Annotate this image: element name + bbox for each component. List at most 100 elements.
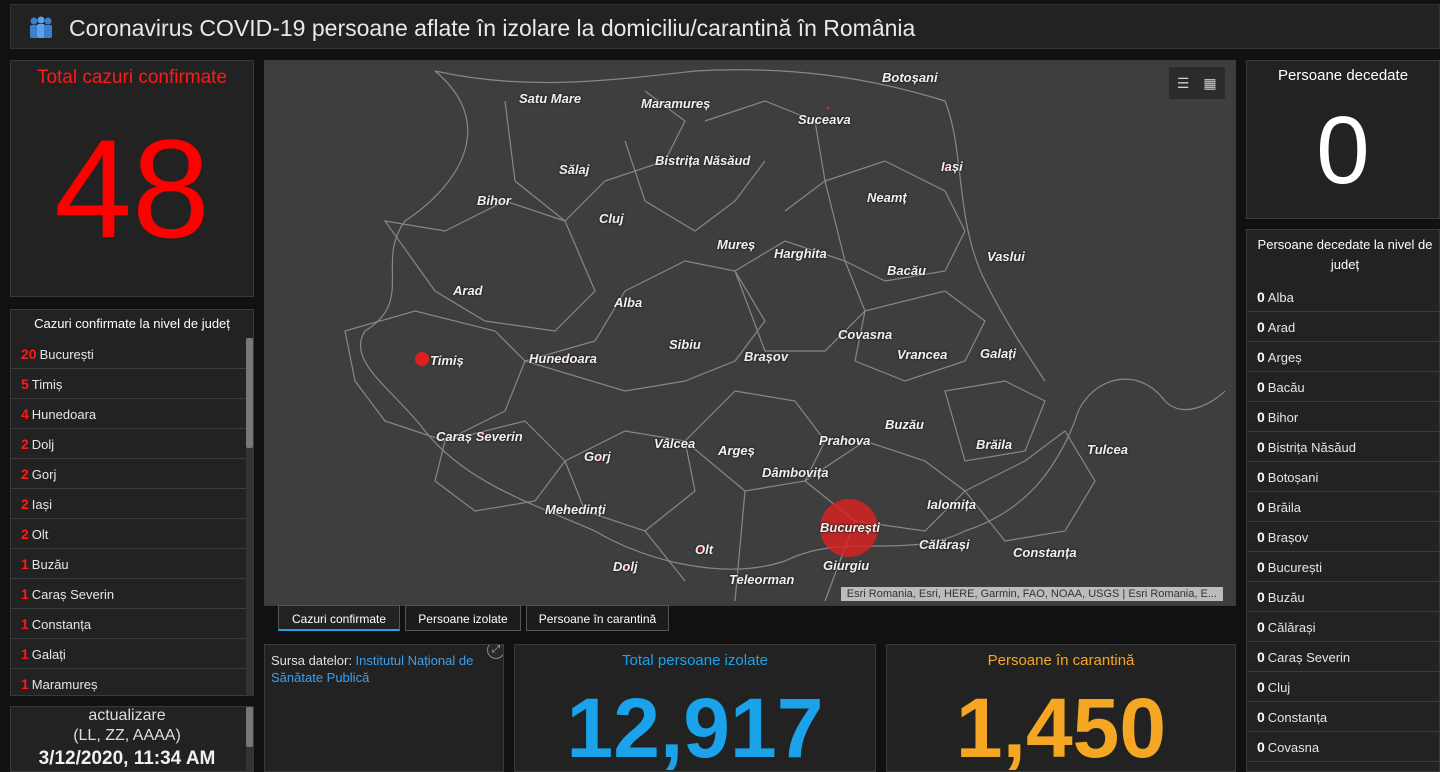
list-item[interactable]: 0 Bacău	[1247, 373, 1439, 402]
deceased-count: 0	[1257, 469, 1265, 485]
case-count: 2	[21, 496, 29, 512]
deceased-county-panel[interactable]: Persoane decedate la nivel de județ 0 Alb…	[1246, 229, 1440, 772]
list-item[interactable]: 1 Galați	[11, 640, 247, 669]
county-name: Maramureș	[31, 677, 98, 692]
county-name: Alba	[1267, 290, 1294, 305]
case-count: 4	[21, 406, 29, 422]
dashboard-header: Coronavirus COVID-19 persoane aflate în …	[10, 4, 1440, 49]
map-label-county: Bihor	[477, 193, 511, 208]
county-name: Constanța	[31, 617, 92, 632]
tab-cazuri-confirmate[interactable]: Cazuri confirmate	[278, 605, 400, 631]
list-item[interactable]: 0 Brașov	[1247, 523, 1439, 552]
county-name: Bacău	[1267, 380, 1305, 395]
update-scroll-thumb[interactable]	[246, 707, 253, 747]
quarantine-label: Persoane în carantină	[987, 652, 1135, 669]
map-label-county: Vrancea	[897, 347, 948, 362]
deceased-count: 0	[1257, 439, 1265, 455]
deceased-count: 0	[1257, 619, 1265, 635]
basemap-gallery-icon[interactable]: ▦	[1202, 75, 1218, 91]
list-item[interactable]: 1 Constanța	[11, 610, 247, 639]
county-name: Timiș	[31, 377, 63, 392]
tab-persoane-carantina[interactable]: Persoane în carantină	[526, 605, 669, 631]
list-item[interactable]: 0 Bihor	[1247, 403, 1439, 432]
case-count: 2	[21, 436, 29, 452]
list-item[interactable]: 4 Hunedoara	[11, 400, 247, 429]
romania-map[interactable]: Botoșani Satu Mare Maramureș Suceava Sălaj Bi…	[264, 60, 1236, 606]
list-item[interactable]: 0 Bistrița Năsăud	[1247, 433, 1439, 462]
case-count: 1	[21, 616, 29, 632]
deceased-count: 0	[1257, 709, 1265, 725]
deceased-count: 0	[1257, 529, 1265, 545]
deceased-count: 0	[1257, 289, 1265, 305]
map-label-county: Bistrița Năsăud	[655, 153, 751, 168]
list-item[interactable]: 0 Constanța	[1247, 703, 1439, 732]
county-name: Gorj	[31, 467, 57, 482]
map-label-county: Brașov	[744, 349, 789, 364]
case-count: 1	[21, 676, 29, 692]
map-label-county: Arad	[453, 283, 483, 298]
county-cases-scroll-thumb[interactable]	[246, 338, 253, 448]
map-marker-timis	[415, 352, 429, 366]
county-boundaries	[344, 69, 1226, 602]
case-count: 5	[21, 376, 29, 392]
map-label-county: Dâmbovița	[762, 465, 829, 480]
list-item[interactable]: 0 Botoșani	[1247, 463, 1439, 492]
deceased-panel: Persoane decedate 0	[1246, 60, 1440, 219]
map-label-county: Prahova	[819, 433, 871, 448]
list-item[interactable]: 2 Gorj	[11, 460, 247, 489]
county-cases-panel[interactable]: Cazuri confirmate la nivel de județ 20 Bu…	[10, 309, 254, 696]
update-label: actualizare	[88, 707, 166, 724]
list-item[interactable]: 20 București	[11, 340, 247, 369]
map-attribution[interactable]: Esri Romania, Esri, HERE, Garmin, FAO, N…	[840, 587, 1223, 601]
case-count: 20	[21, 346, 37, 362]
list-item[interactable]: 0 Alba	[1247, 283, 1439, 312]
map-label-county: Suceava	[798, 112, 851, 127]
list-item[interactable]: 0 Argeș	[1247, 343, 1439, 372]
case-count: 2	[21, 526, 29, 542]
list-item[interactable]: 0 Cluj	[1247, 673, 1439, 702]
isolated-panel: Total persoane izolate 12,917	[514, 644, 876, 772]
list-item[interactable]: 0 Brăila	[1247, 493, 1439, 522]
list-item[interactable]: 5 Timiș	[11, 370, 247, 399]
list-item[interactable]: 0 Călărași	[1247, 613, 1439, 642]
list-item[interactable]: 1 Maramureș	[11, 670, 247, 695]
map-label-county: Vaslui	[987, 249, 1025, 264]
expand-icon[interactable]: ⤢	[487, 645, 503, 659]
source-text: Sursa datelor: Institutul Național de Să…	[271, 652, 501, 686]
list-item[interactable]: 0 București	[1247, 553, 1439, 582]
tab-persoane-izolate[interactable]: Persoane izolate	[405, 605, 521, 631]
list-item[interactable]: 2 Iași	[11, 490, 247, 519]
list-item[interactable]: 1 Buzău	[11, 550, 247, 579]
county-name: Bistrița Năsăud	[1267, 440, 1356, 455]
list-item[interactable]: 0 Covasna	[1247, 733, 1439, 762]
map-label-county: Gorj	[584, 449, 611, 464]
legend-list-icon[interactable]: ☰	[1175, 75, 1191, 91]
map-label-county: Covasna	[838, 327, 893, 342]
page-title: Coronavirus COVID-19 persoane aflate în …	[69, 15, 916, 41]
map-label-county: Giurgiu	[823, 558, 870, 573]
county-name: Dolj	[31, 437, 55, 452]
deceased-count: 0	[1257, 319, 1265, 335]
source-prefix: Sursa datelor:	[271, 653, 356, 668]
deceased-count: 0	[1257, 679, 1265, 695]
map-label-county: Mureș	[717, 237, 756, 252]
county-name: Argeș	[1267, 350, 1302, 365]
quarantine-value: 1,450	[955, 681, 1167, 772]
list-item[interactable]: 1 Caraș Severin	[11, 580, 247, 609]
list-item[interactable]: 2 Olt	[11, 520, 247, 549]
deceased-count: 0	[1257, 409, 1265, 425]
list-item[interactable]: 2 Dolj	[11, 430, 247, 459]
map-label-county: Ialomița	[927, 497, 977, 512]
list-item[interactable]: 0 Arad	[1247, 313, 1439, 342]
map-label-county: Harghita	[774, 246, 827, 261]
list-item[interactable]: 0 Buzău	[1247, 583, 1439, 612]
total-cases-value: 48	[54, 110, 210, 267]
list-item[interactable]: 0 Caraș Severin	[1247, 643, 1439, 672]
map-label-county: Mehedinți	[545, 502, 606, 517]
deceased-count: 0	[1257, 349, 1265, 365]
map-label-county: Botoșani	[882, 70, 938, 85]
deceased-label: Persoane decedate	[1277, 67, 1409, 84]
total-cases-label: Total cazuri confirmate	[36, 67, 228, 88]
county-name: București	[1267, 560, 1322, 575]
total-cases-panel: Total cazuri confirmate 48	[10, 60, 254, 297]
